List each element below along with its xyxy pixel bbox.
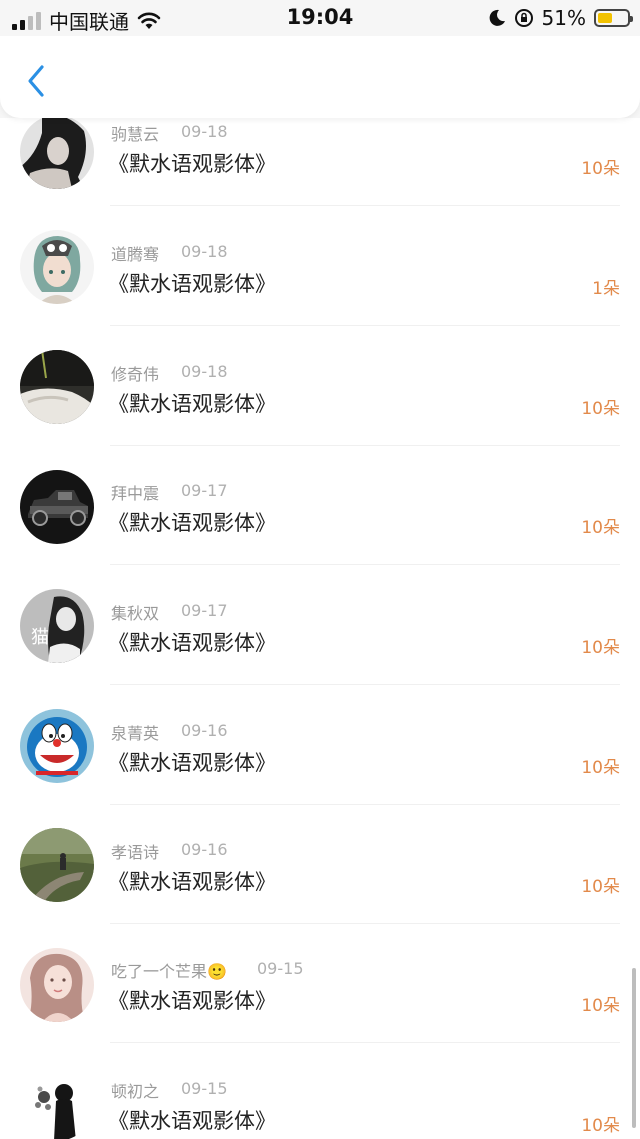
divider xyxy=(110,564,620,565)
avatar xyxy=(20,709,94,783)
sender-name: 拜中震 xyxy=(111,484,160,503)
book-title: 《默水语观影体》 xyxy=(108,152,276,176)
send-date: 09-17 xyxy=(181,601,228,620)
gift-amount: 10朵 xyxy=(581,877,620,897)
gift-amount: 10朵 xyxy=(581,518,620,538)
send-date: 09-16 xyxy=(181,840,228,859)
avatar xyxy=(20,1067,94,1139)
book-title: 《默水语观影体》 xyxy=(108,511,276,535)
divider xyxy=(110,923,620,924)
gift-amount: 10朵 xyxy=(581,996,620,1016)
gift-record-list[interactable]: 驹慧云 09-18 《默水语观影体》 10朵 道腾骞 09-18 《默水语观影体… xyxy=(0,118,640,1139)
list-item[interactable]: 泉菁英 09-16 《默水语观影体》 10朵 xyxy=(0,691,640,810)
list-item[interactable]: 吃了一个芒果🙂 09-15 《默水语观影体》 10朵 xyxy=(0,930,640,1049)
sender-name: 修奇伟 xyxy=(111,365,160,384)
battery-fill xyxy=(598,13,613,23)
sender-name: 顿初之 xyxy=(111,1082,160,1101)
divider xyxy=(110,445,620,446)
send-date: 09-15 xyxy=(257,959,304,978)
sender-name: 集秋双 xyxy=(111,604,160,623)
divider xyxy=(110,325,620,326)
avatar xyxy=(20,828,94,902)
avatar xyxy=(20,350,94,424)
chevron-left-icon[interactable] xyxy=(24,64,48,98)
battery-icon xyxy=(594,9,633,27)
send-date: 09-18 xyxy=(181,242,228,261)
gift-amount: 10朵 xyxy=(581,638,620,658)
sender-name: 道腾骞 xyxy=(111,245,160,264)
send-date: 09-16 xyxy=(181,721,228,740)
list-item[interactable]: 驹慧云 09-18 《默水语观影体》 10朵 xyxy=(0,118,640,212)
book-title: 《默水语观影体》 xyxy=(108,631,276,655)
list-item[interactable]: 修奇伟 09-18 《默水语观影体》 10朵 xyxy=(0,332,640,451)
divider xyxy=(110,684,620,685)
divider xyxy=(110,804,620,805)
list-item[interactable]: 猫 集秋双 09-17 《默水语观影体》 10朵 xyxy=(0,571,640,690)
avatar xyxy=(20,230,94,304)
moon-icon xyxy=(489,9,505,26)
sender-name: 吃了一个芒果🙂 xyxy=(111,962,227,981)
scrollbar[interactable] xyxy=(632,968,636,1128)
gift-amount: 10朵 xyxy=(581,399,620,419)
avatar xyxy=(20,948,94,1022)
book-title: 《默水语观影体》 xyxy=(108,1109,276,1133)
avatar-overlay-text: 猫 xyxy=(31,627,49,648)
avatar xyxy=(20,118,94,189)
header-bar xyxy=(0,36,640,118)
list-item[interactable]: 顿初之 09-15 《默水语观影体》 10朵 xyxy=(0,1049,640,1139)
avatar xyxy=(20,470,94,544)
gift-amount: 10朵 xyxy=(581,1116,620,1136)
list-item[interactable]: 拜中震 09-17 《默水语观影体》 10朵 xyxy=(0,452,640,571)
book-title: 《默水语观影体》 xyxy=(108,989,276,1013)
divider xyxy=(110,1042,620,1043)
status-bar: 中国联通 19:04 51% xyxy=(0,0,640,36)
sender-name: 驹慧云 xyxy=(111,125,160,144)
divider xyxy=(110,205,620,206)
book-title: 《默水语观影体》 xyxy=(108,272,276,296)
avatar: 猫 xyxy=(20,589,94,663)
battery-percent: 51% xyxy=(541,6,586,30)
gift-amount: 10朵 xyxy=(581,159,620,179)
book-title: 《默水语观影体》 xyxy=(108,392,276,416)
book-title: 《默水语观影体》 xyxy=(108,751,276,775)
send-date: 09-15 xyxy=(181,1079,228,1098)
list-item[interactable]: 孝语诗 09-16 《默水语观影体》 10朵 xyxy=(0,810,640,929)
book-title: 《默水语观影体》 xyxy=(108,870,276,894)
sender-name: 孝语诗 xyxy=(111,843,160,862)
list-item[interactable]: 道腾骞 09-18 《默水语观影体》 1朵 xyxy=(0,213,640,332)
send-date: 09-18 xyxy=(181,362,228,381)
gift-amount: 1朵 xyxy=(592,279,620,299)
send-date: 09-18 xyxy=(181,122,228,141)
sender-name: 泉菁英 xyxy=(111,724,160,743)
orientation-lock-icon xyxy=(514,9,533,27)
gift-amount: 10朵 xyxy=(581,758,620,778)
status-right: 51% xyxy=(488,6,633,30)
send-date: 09-17 xyxy=(181,481,228,500)
